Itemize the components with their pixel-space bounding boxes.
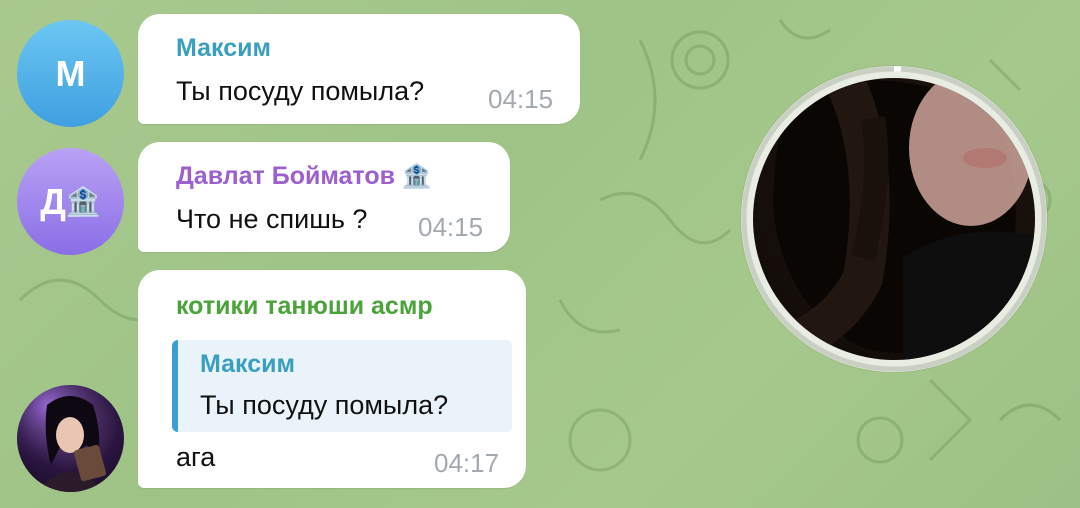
reply-quote[interactable]: Максим Ты посуду помыла? bbox=[172, 340, 512, 432]
video-frame bbox=[753, 78, 1035, 360]
message-bubble[interactable]: Давлат Бойматов 🏦 Что не спишь ? 04:15 bbox=[138, 142, 510, 252]
bank-icon: 🏦 bbox=[65, 186, 101, 217]
message-text: Что не спишь ? bbox=[176, 204, 368, 234]
bank-icon: 🏦 bbox=[401, 163, 432, 190]
reply-sender: Максим bbox=[200, 350, 295, 378]
sender-name[interactable]: Максим bbox=[176, 34, 271, 63]
avatar[interactable]: М bbox=[17, 20, 124, 127]
avatar[interactable]: Д 🏦 bbox=[17, 148, 124, 255]
message-bubble[interactable]: котики танюши асмр Максим Ты посуду помы… bbox=[138, 270, 526, 488]
user-photo-icon bbox=[17, 385, 124, 492]
message-bubble[interactable]: Максим Ты посуду помыла? 04:15 bbox=[138, 14, 580, 124]
avatar[interactable] bbox=[17, 385, 124, 492]
message-text: Ты посуду помыла? bbox=[176, 76, 425, 106]
reply-text: Ты посуду помыла? bbox=[200, 390, 449, 420]
message-time: 04:15 bbox=[488, 84, 554, 114]
sender-name[interactable]: котики танюши асмр bbox=[176, 292, 433, 321]
avatar-letter: М bbox=[55, 52, 86, 94]
message-time: 04:15 bbox=[418, 212, 484, 242]
message-time: 04:17 bbox=[434, 448, 500, 478]
avatar-letter: Д bbox=[40, 180, 66, 222]
message-text: ага bbox=[176, 442, 216, 472]
video-frame-icon bbox=[773, 78, 1035, 360]
sender-name-text: Давлат Бойматов bbox=[176, 162, 395, 190]
round-video-message[interactable] bbox=[741, 66, 1047, 372]
sender-name[interactable]: Давлат Бойматов 🏦 bbox=[176, 162, 432, 191]
